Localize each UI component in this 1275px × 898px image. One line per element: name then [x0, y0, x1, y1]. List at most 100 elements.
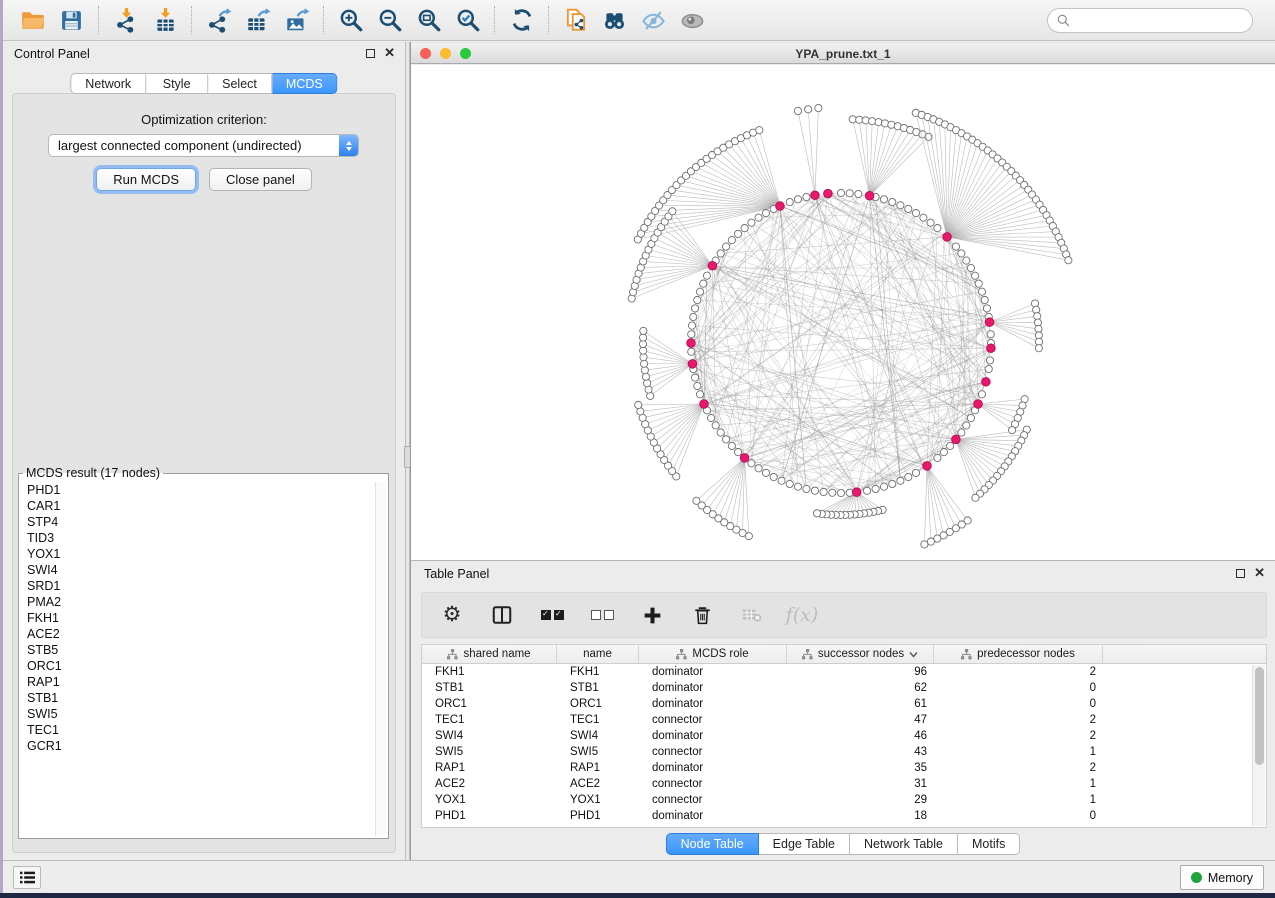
mcds-result-item[interactable]: PHD1: [27, 482, 374, 498]
ring-node[interactable]: [703, 272, 710, 279]
export-image-icon[interactable]: [277, 3, 316, 37]
ring-node[interactable]: [837, 189, 844, 196]
leaf-node[interactable]: [640, 360, 647, 367]
open-session-icon[interactable]: [13, 3, 52, 37]
float-panel-icon[interactable]: [366, 49, 375, 58]
ring-node[interactable]: [691, 305, 698, 312]
mcds-result-item[interactable]: YOX1: [27, 546, 374, 562]
mcds-result-item[interactable]: STP4: [27, 514, 374, 530]
ring-node[interactable]: [986, 357, 993, 364]
leaf-node[interactable]: [640, 327, 647, 334]
leaf-node[interactable]: [669, 208, 676, 215]
show-all-eye-icon[interactable]: [673, 3, 712, 37]
import-table-icon[interactable]: [145, 3, 184, 37]
leaf-node[interactable]: [805, 106, 812, 113]
ring-node[interactable]: [981, 296, 988, 303]
leaf-node[interactable]: [641, 367, 648, 374]
dominator-node[interactable]: [982, 378, 991, 387]
table-scrollbar-thumb[interactable]: [1255, 667, 1264, 765]
mcds-result-item[interactable]: PMA2: [27, 594, 374, 610]
leaf-node[interactable]: [693, 497, 700, 504]
zoom-in-icon[interactable]: [331, 3, 370, 37]
ring-node[interactable]: [963, 422, 970, 429]
deselect-all-rows-icon[interactable]: [590, 603, 614, 627]
ring-node[interactable]: [762, 209, 769, 216]
mcds-list-scrollbar[interactable]: [375, 482, 386, 836]
ring-node[interactable]: [897, 202, 904, 209]
ring-node[interactable]: [688, 348, 695, 355]
ring-node[interactable]: [690, 313, 697, 320]
ring-node[interactable]: [855, 190, 862, 197]
ring-node[interactable]: [967, 414, 974, 421]
ring-node[interactable]: [728, 236, 735, 243]
dominator-node[interactable]: [865, 191, 874, 200]
leaf-node[interactable]: [1008, 427, 1015, 434]
copy-network-icon[interactable]: [556, 3, 595, 37]
leaf-node[interactable]: [921, 541, 928, 548]
leaf-node[interactable]: [813, 510, 820, 517]
tab-network-table[interactable]: Network Table: [850, 833, 958, 855]
ring-node[interactable]: [794, 483, 801, 490]
ring-node[interactable]: [794, 196, 801, 203]
ring-node[interactable]: [963, 257, 970, 264]
dominator-node[interactable]: [688, 360, 697, 369]
zoom-out-icon[interactable]: [370, 3, 409, 37]
leaf-node[interactable]: [640, 354, 647, 361]
table-row[interactable]: PHD1PHD1dominator180: [422, 808, 1266, 824]
ring-node[interactable]: [846, 190, 853, 197]
ring-node[interactable]: [778, 477, 785, 484]
ring-node[interactable]: [983, 305, 990, 312]
ring-node[interactable]: [947, 442, 954, 449]
ring-node[interactable]: [803, 485, 810, 492]
column-header-predecessor-nodes[interactable]: predecessor nodes: [934, 645, 1103, 663]
ring-node[interactable]: [755, 214, 762, 221]
ring-node[interactable]: [978, 288, 985, 295]
ring-node[interactable]: [837, 489, 844, 496]
table-row[interactable]: ACE2ACE2connector311: [422, 776, 1266, 792]
refresh-view-icon[interactable]: [502, 3, 541, 37]
column-header-successor-nodes[interactable]: successor nodes: [787, 645, 934, 663]
ring-node[interactable]: [967, 264, 974, 271]
ring-node[interactable]: [985, 365, 992, 372]
ring-node[interactable]: [712, 422, 719, 429]
ring-node[interactable]: [688, 322, 695, 329]
table-scrollbar[interactable]: [1252, 665, 1265, 826]
dominator-node[interactable]: [987, 344, 996, 353]
ring-node[interactable]: [691, 374, 698, 381]
ring-node[interactable]: [748, 460, 755, 467]
ring-node[interactable]: [958, 429, 965, 436]
dominator-node[interactable]: [974, 400, 983, 409]
ring-node[interactable]: [889, 198, 896, 205]
column-header-shared-name[interactable]: shared name: [422, 645, 557, 663]
ring-node[interactable]: [820, 488, 827, 495]
mcds-result-item[interactable]: STB1: [27, 690, 374, 706]
dominator-node[interactable]: [824, 189, 833, 198]
ring-node[interactable]: [803, 193, 810, 200]
leaf-node[interactable]: [1065, 257, 1072, 264]
zoom-selected-icon[interactable]: [448, 3, 487, 37]
dominator-node[interactable]: [708, 261, 717, 270]
ring-node[interactable]: [717, 429, 724, 436]
tab-style[interactable]: Style: [146, 73, 208, 94]
ring-node[interactable]: [934, 454, 941, 461]
ring-node[interactable]: [952, 243, 959, 250]
ring-node[interactable]: [920, 214, 927, 221]
ring-node[interactable]: [863, 487, 870, 494]
ring-node[interactable]: [786, 198, 793, 205]
dominator-node[interactable]: [776, 202, 785, 211]
ring-node[interactable]: [905, 473, 912, 480]
mcds-result-item[interactable]: SWI5: [27, 706, 374, 722]
close-panel-icon[interactable]: ✕: [384, 48, 395, 58]
column-header-mcds-role[interactable]: MCDS role: [639, 645, 787, 663]
ring-node[interactable]: [975, 280, 982, 287]
leaf-node[interactable]: [815, 104, 822, 111]
ring-node[interactable]: [987, 331, 994, 338]
leaf-node[interactable]: [1035, 345, 1042, 352]
ring-node[interactable]: [694, 296, 701, 303]
ring-node[interactable]: [958, 250, 965, 257]
leaf-node[interactable]: [642, 373, 649, 380]
leaf-node[interactable]: [635, 401, 642, 408]
ring-node[interactable]: [978, 391, 985, 398]
ring-node[interactable]: [707, 414, 714, 421]
select-all-rows-icon[interactable]: [540, 603, 564, 627]
